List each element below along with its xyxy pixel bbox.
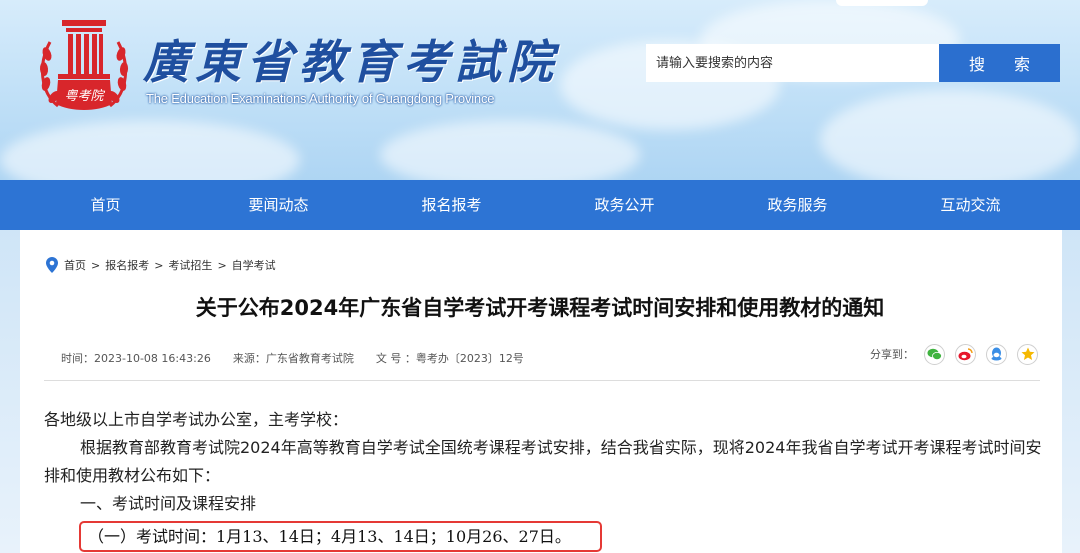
exam-dates-line: （一）考试时间：1月13、14日；4月13、14日；10月26、27日。 (88, 527, 571, 546)
side-background-left (0, 230, 20, 553)
breadcrumb-item-registration[interactable]: 报名报考 (105, 257, 149, 273)
breadcrumb: 首页 > 报名报考 > 考试招生 > 自学考试 (46, 256, 276, 274)
qzone-icon[interactable] (1017, 343, 1038, 365)
logo-emblem-icon[interactable]: 粤考院 (38, 14, 130, 114)
breadcrumb-separator: > (154, 258, 164, 272)
weibo-icon[interactable] (955, 343, 976, 365)
site-title: 廣東省教育考試院 (143, 35, 559, 89)
nav-item-government-services[interactable]: 政务服务 (711, 180, 884, 230)
article-paragraph-salutation: 各地级以上市自学考试办公室，主考学校： (44, 410, 349, 429)
share-bar: 分享到： (870, 343, 1038, 365)
article-meta: 时间：2023-10-08 16:43:26 来源：广东省教育考试院 文 号 ：… (61, 350, 524, 366)
logo-seal-text: 粤考院 (64, 88, 105, 104)
top-tab[interactable] (836, 0, 928, 6)
nav-item-government-affairs[interactable]: 政务公开 (538, 180, 711, 230)
article-title: 关于公布2024年广东省自学考试开考课程考试时间安排和使用教材的通知 (195, 296, 885, 320)
wechat-icon[interactable] (924, 343, 945, 365)
search-button[interactable]: 搜 索 (939, 44, 1060, 82)
nav-item-registration[interactable]: 报名报考 (365, 180, 538, 230)
publish-time: 时间：2023-10-08 16:43:26 (61, 352, 211, 365)
nav-item-interaction[interactable]: 互动交流 (884, 180, 1057, 230)
site-subtitle: The Education Examinations Authority of … (146, 91, 495, 106)
breadcrumb-item-admissions[interactable]: 考试招生 (168, 257, 212, 273)
breadcrumb-item-home[interactable]: 首页 (64, 257, 86, 273)
nav-item-home[interactable]: 首页 (19, 180, 192, 230)
qq-icon[interactable] (986, 343, 1007, 365)
article-paragraph-intro: 根据教育部教育考试院2024年高等教育自学考试全国统考课程考试安排，结合我省实际… (44, 438, 1042, 485)
main-nav: 首页 要闻动态 报名报考 政务公开 政务服务 互动交流 (0, 180, 1080, 230)
nav-item-news[interactable]: 要闻动态 (192, 180, 365, 230)
breadcrumb-separator: > (217, 258, 227, 272)
location-pin-icon (46, 257, 58, 273)
breadcrumb-separator: > (91, 258, 101, 272)
site-header: 粤考院 廣東省教育考試院 The Education Examinations … (0, 0, 1080, 180)
breadcrumb-item-self-study-exam[interactable]: 自学考试 (232, 257, 276, 273)
search-input[interactable] (646, 44, 940, 82)
share-label: 分享到： (870, 348, 914, 361)
document-number: 文 号 ：粤考办〔2023〕12号 (375, 352, 524, 365)
meta-divider (44, 380, 1040, 381)
article-source: 来源：广东省教育考试院 (232, 352, 354, 365)
article-section-heading: 一、考试时间及课程安排 (80, 494, 257, 513)
